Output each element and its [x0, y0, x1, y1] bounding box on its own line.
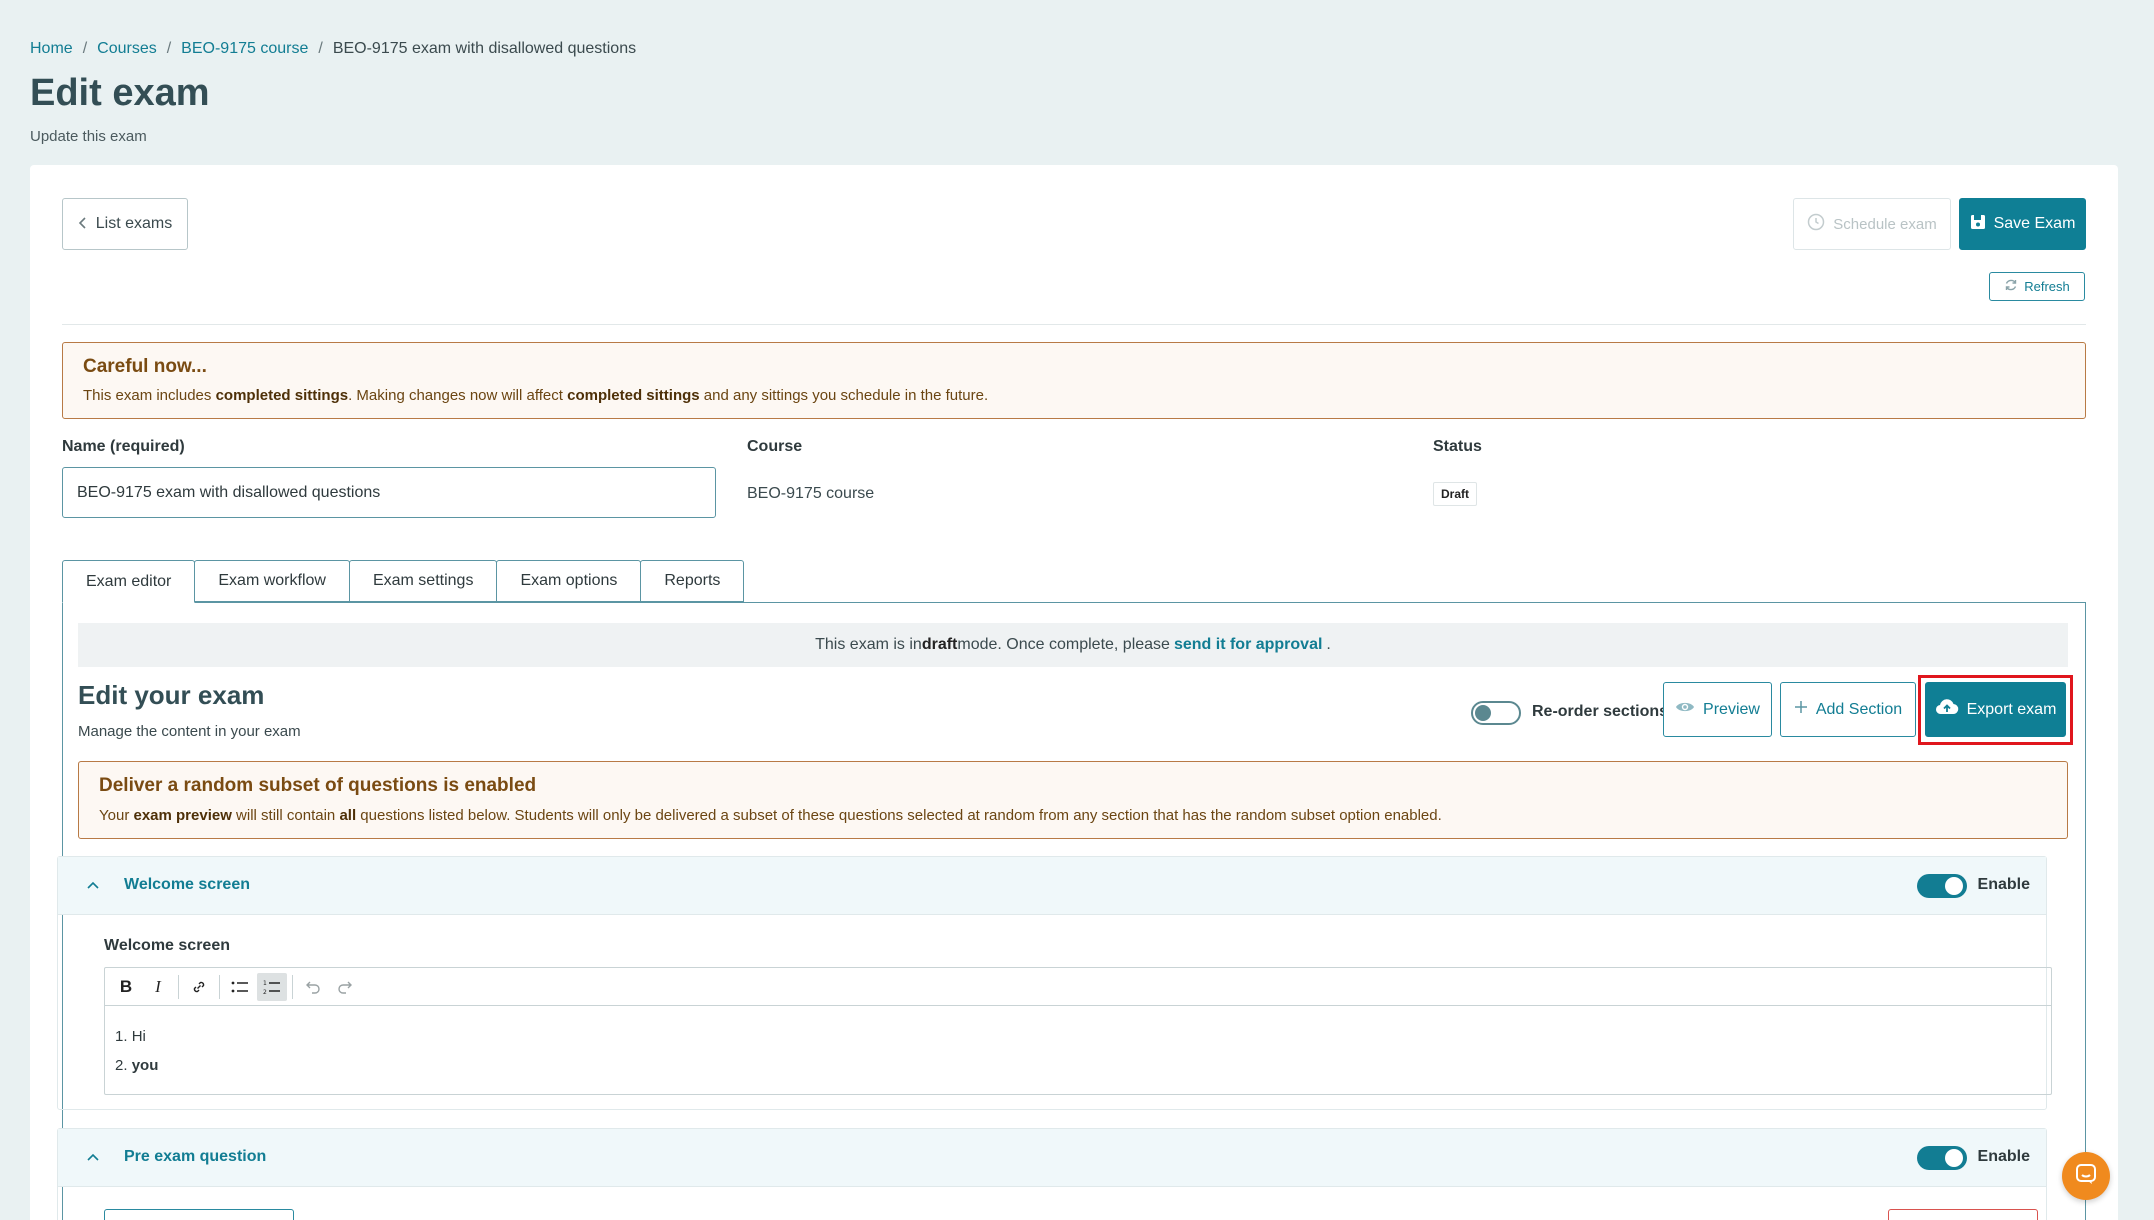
breadcrumb-home[interactable]: Home — [30, 40, 73, 58]
preview-button[interactable]: Preview — [1663, 682, 1772, 737]
welcome-screen-title: Welcome screen — [124, 876, 250, 893]
toggle-knob — [1945, 877, 1963, 895]
name-label: Name (required) — [62, 438, 185, 455]
page-title: Edit exam — [30, 72, 210, 114]
pre-exam-question-title: Pre exam question — [124, 1148, 267, 1165]
welcome-screen-header[interactable]: Welcome screen Enable — [58, 857, 2046, 915]
plus-icon — [1794, 700, 1808, 719]
welcome-rich-text-editor: B I 12 1. Hi 2. you — [104, 967, 2052, 1095]
chevron-up-icon[interactable] — [86, 877, 100, 895]
clock-icon — [1807, 213, 1825, 235]
svg-text:1: 1 — [263, 980, 267, 987]
welcome-enable-toggle[interactable] — [1917, 874, 1967, 898]
save-icon — [1970, 214, 1986, 235]
list-exams-button[interactable]: List exams — [62, 198, 188, 250]
random-subset-alert: Deliver a random subset of questions is … — [78, 761, 2068, 839]
link-icon[interactable] — [184, 973, 214, 1001]
toolbar-separator — [219, 974, 220, 999]
course-label: Course — [747, 438, 803, 455]
eye-icon — [1675, 700, 1695, 719]
toolbar-separator — [292, 974, 293, 999]
schedule-exam-button[interactable]: Schedule exam — [1793, 198, 1951, 250]
editor-toolbar: B I 12 — [105, 968, 2051, 1006]
add-section-label: Add Section — [1815, 700, 1903, 718]
export-exam-label: Export exam — [1966, 700, 2057, 718]
list-exams-label: List exams — [95, 215, 173, 232]
schedule-exam-label: Schedule exam — [1833, 215, 1937, 233]
undo-icon[interactable] — [298, 973, 328, 1001]
numbered-list-icon[interactable]: 12 — [257, 972, 287, 1001]
redo-icon[interactable] — [330, 973, 360, 1001]
editor-content[interactable]: 1. Hi 2. you — [105, 1006, 2051, 1096]
breadcrumb: Home / Courses / BEO-9175 course / BEO-9… — [30, 40, 636, 58]
status-label: Status — [1433, 438, 1482, 455]
course-value: BEO-9175 course — [747, 485, 875, 502]
refresh-label: Refresh — [2024, 279, 2070, 294]
careful-alert-body: This exam includes completed sittings. M… — [83, 387, 989, 404]
pre-exam-question-header[interactable]: Pre exam question Enable — [58, 1129, 2046, 1187]
preview-label: Preview — [1703, 700, 1760, 718]
bullet-list-icon[interactable] — [225, 973, 255, 1001]
tab-exam-settings[interactable]: Exam settings — [348, 560, 498, 602]
divider — [62, 324, 2086, 325]
tab-bar: Exam editor Exam workflow Exam settings … — [62, 560, 745, 603]
page-subtitle: Update this exam — [30, 128, 147, 145]
pre-exam-question-panel: Pre exam question Enable — [57, 1128, 2047, 1220]
refresh-icon — [2004, 278, 2018, 295]
cloud-upload-icon — [1935, 698, 1959, 721]
welcome-editor-label: Welcome screen — [104, 937, 230, 954]
svg-text:2: 2 — [263, 989, 267, 995]
pre-exam-enable-toggle[interactable] — [1917, 1146, 1967, 1170]
toolbar-separator — [178, 974, 179, 999]
random-subset-alert-body: Your exam preview will still contain all… — [99, 807, 1442, 824]
tab-exam-options[interactable]: Exam options — [496, 560, 642, 602]
toggle-knob — [1475, 705, 1491, 721]
breadcrumb-current: BEO-9175 exam with disallowed questions — [332, 40, 637, 57]
breadcrumb-courses[interactable]: Courses — [97, 40, 157, 58]
status-badge: Draft — [1433, 482, 1478, 506]
reorder-sections-toggle[interactable] — [1471, 701, 1521, 725]
send-for-approval-link[interactable]: send it for approval — [1174, 636, 1322, 654]
pre-exam-remove-button[interactable] — [1888, 1209, 2038, 1220]
chat-launcher[interactable] — [2062, 1152, 2110, 1200]
draft-info-bar: This exam is in draft mode. Once complet… — [78, 623, 2068, 667]
careful-alert-title: Careful now... — [83, 356, 207, 377]
list-item: 2. you — [115, 1057, 159, 1074]
breadcrumb-separator: / — [166, 40, 172, 57]
edit-exam-subtitle: Manage the content in your exam — [78, 723, 301, 740]
name-input[interactable]: BEO-9175 exam with disallowed questions — [62, 467, 716, 518]
pre-exam-action-button[interactable] — [104, 1209, 294, 1220]
pre-exam-enable-label: Enable — [1977, 1148, 2030, 1165]
bold-icon[interactable]: B — [111, 973, 141, 1001]
chat-icon — [2074, 1162, 2098, 1191]
export-exam-button[interactable]: Export exam — [1925, 682, 2066, 737]
tab-exam-workflow[interactable]: Exam workflow — [194, 560, 350, 602]
chevron-left-icon — [78, 216, 88, 233]
chevron-up-icon[interactable] — [86, 1149, 100, 1167]
careful-alert: Careful now... This exam includes comple… — [62, 342, 2086, 419]
add-section-button[interactable]: Add Section — [1780, 682, 1916, 737]
save-exam-label: Save Exam — [1993, 215, 2076, 232]
toggle-knob — [1945, 1149, 1963, 1167]
edit-exam-title: Edit your exam — [78, 680, 265, 710]
refresh-button[interactable]: Refresh — [1989, 272, 2085, 301]
welcome-enable-label: Enable — [1977, 876, 2030, 893]
breadcrumb-separator: / — [82, 40, 88, 57]
breadcrumb-course[interactable]: BEO-9175 course — [181, 40, 308, 58]
breadcrumb-separator: / — [318, 40, 323, 57]
tab-reports[interactable]: Reports — [640, 560, 745, 602]
save-exam-button[interactable]: Save Exam — [1959, 198, 2086, 250]
tab-exam-editor[interactable]: Exam editor — [62, 560, 196, 603]
list-item: 1. Hi — [115, 1028, 146, 1045]
random-subset-alert-title: Deliver a random subset of questions is … — [99, 775, 537, 796]
reorder-sections-label: Re-order sections — [1532, 703, 1669, 720]
italic-icon[interactable]: I — [143, 973, 173, 1001]
